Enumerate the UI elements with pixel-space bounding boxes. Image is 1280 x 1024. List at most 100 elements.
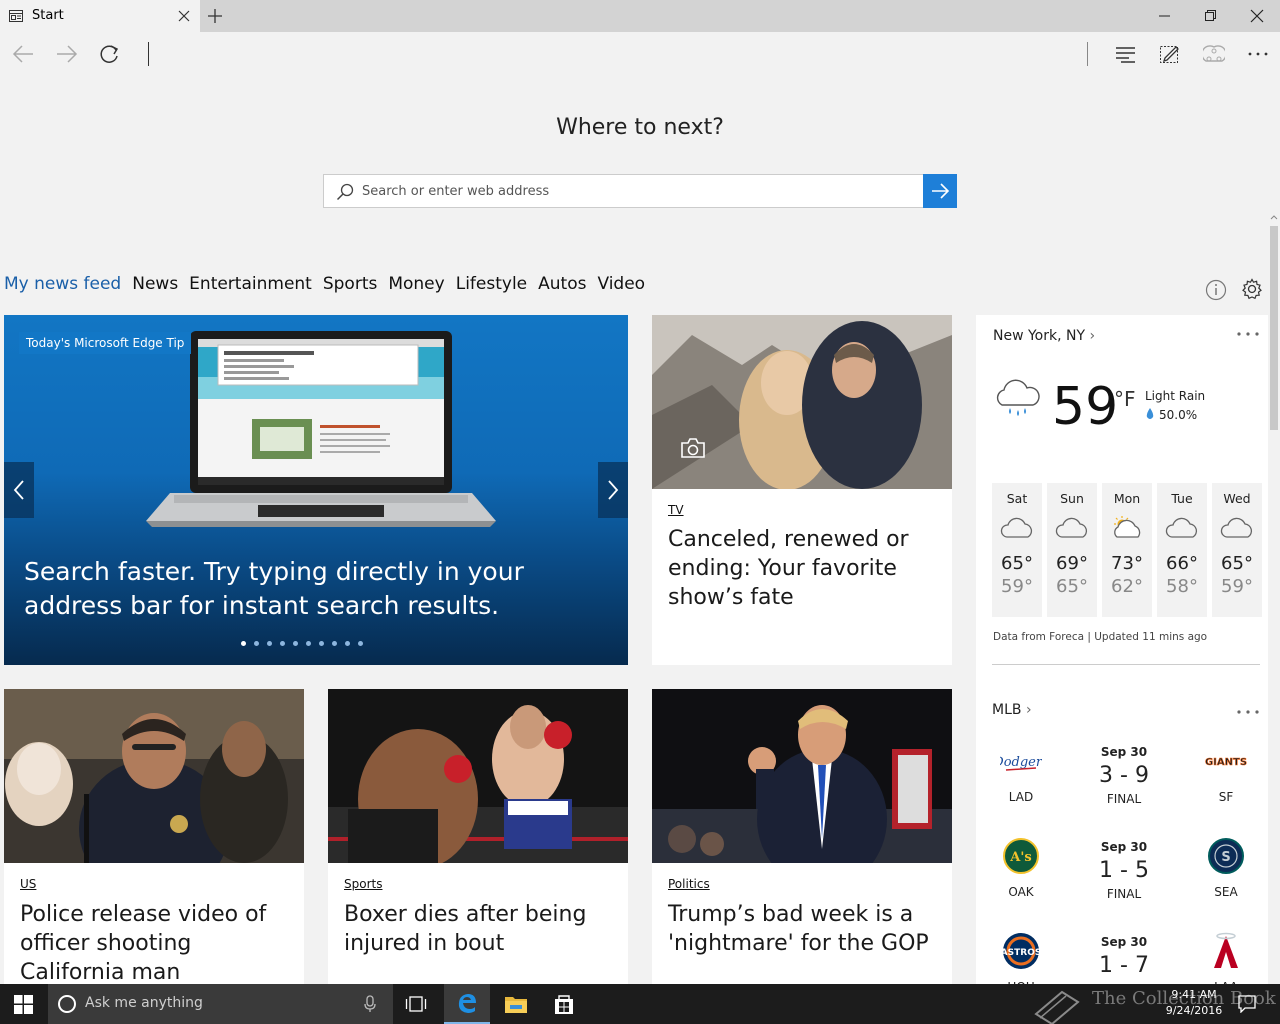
address-bar-caret[interactable] bbox=[148, 42, 149, 66]
search-go-button[interactable] bbox=[923, 174, 957, 208]
close-window-button[interactable] bbox=[1250, 8, 1264, 24]
share-icon[interactable] bbox=[1203, 44, 1225, 64]
game-score: 3 - 9 bbox=[1099, 763, 1149, 788]
raindrop-icon bbox=[1146, 408, 1154, 420]
rain-cloud-icon bbox=[992, 379, 1042, 421]
arrow-right-icon bbox=[932, 183, 950, 199]
carousel-dot[interactable] bbox=[345, 641, 350, 646]
forecast-day[interactable]: Mon 73° 62° bbox=[1102, 483, 1152, 617]
forecast-day[interactable]: Tue 66° 58° bbox=[1157, 483, 1207, 617]
cloud-icon bbox=[1157, 516, 1207, 540]
cloud-icon bbox=[1212, 516, 1262, 540]
camera-icon bbox=[680, 437, 706, 459]
carousel-dot[interactable] bbox=[254, 641, 259, 646]
carousel-dot[interactable] bbox=[267, 641, 272, 646]
card-category[interactable]: Politics bbox=[668, 877, 710, 891]
tab-autos[interactable]: Autos bbox=[538, 274, 586, 298]
forecast-low: 62° bbox=[1111, 576, 1143, 597]
mlb-more-icon[interactable] bbox=[1236, 707, 1260, 717]
windows-start-icon[interactable] bbox=[14, 995, 33, 1014]
task-view-icon[interactable] bbox=[405, 995, 427, 1013]
restore-button[interactable] bbox=[1204, 8, 1218, 24]
carousel-dot[interactable] bbox=[319, 641, 324, 646]
weather-more-icon[interactable] bbox=[1236, 329, 1260, 339]
toolbar-divider bbox=[1087, 42, 1088, 66]
forward-arrow-icon[interactable] bbox=[56, 44, 78, 64]
tab-entertainment[interactable]: Entertainment bbox=[189, 274, 312, 298]
system-clock[interactable]: 9:41 AM 9/24/2016 bbox=[1164, 987, 1224, 1019]
tab-lifestyle[interactable]: Lifestyle bbox=[456, 274, 527, 298]
mlb-title[interactable]: MLB › bbox=[992, 702, 1032, 718]
game-score: 1 - 7 bbox=[1099, 953, 1149, 978]
search-input[interactable] bbox=[362, 181, 902, 201]
carousel-prev-button[interactable] bbox=[4, 462, 34, 518]
forecast-low: 59° bbox=[1221, 576, 1253, 597]
carousel-dots[interactable] bbox=[241, 641, 363, 646]
scrollbar-thumb[interactable] bbox=[1270, 226, 1278, 430]
tab-sports[interactable]: Sports bbox=[323, 274, 378, 298]
carousel-dot[interactable] bbox=[280, 641, 285, 646]
hub-icon[interactable] bbox=[1115, 44, 1137, 64]
card-title[interactable]: Boxer dies after being injured in bout bbox=[344, 900, 614, 958]
tab-video[interactable]: Video bbox=[597, 274, 645, 298]
gear-icon[interactable] bbox=[1241, 278, 1263, 300]
carousel-dot[interactable] bbox=[332, 641, 337, 646]
carousel-dot[interactable] bbox=[293, 641, 298, 646]
close-tab-icon[interactable] bbox=[178, 10, 190, 22]
cloud-icon bbox=[1047, 516, 1097, 540]
carousel-dot[interactable] bbox=[241, 641, 246, 646]
refresh-icon[interactable] bbox=[99, 44, 121, 64]
temperature-unit: °F bbox=[1114, 387, 1136, 411]
home-team-abbr: SEA bbox=[1214, 885, 1238, 899]
search-box[interactable] bbox=[323, 174, 957, 208]
file-explorer-icon[interactable] bbox=[504, 993, 528, 1015]
svg-text:A's: A's bbox=[1009, 850, 1031, 865]
news-card-sports[interactable]: Sports Boxer dies after being injured in… bbox=[328, 689, 628, 985]
mlb-game-row[interactable]: Dodgers LAD Sep 30 3 - 9 FINAL GIANTS SF bbox=[976, 741, 1268, 831]
current-temperature: 59 bbox=[1052, 377, 1119, 437]
card-title[interactable]: Trump’s bad week is a 'nightmare' for th… bbox=[668, 900, 944, 958]
tab-news[interactable]: News bbox=[132, 274, 178, 298]
info-icon[interactable] bbox=[1205, 279, 1227, 301]
forecast-day[interactable]: Sat 65° 59° bbox=[992, 483, 1042, 617]
forecast-day-label: Tue bbox=[1171, 491, 1193, 506]
card-title[interactable]: Canceled, renewed or ending: Your favori… bbox=[668, 525, 938, 612]
browser-tab[interactable]: Start bbox=[0, 0, 200, 32]
tab-my-news-feed[interactable]: My news feed bbox=[4, 274, 121, 298]
carousel-dot[interactable] bbox=[306, 641, 311, 646]
svg-text:GIANTS: GIANTS bbox=[1205, 757, 1247, 768]
cortana-search-box[interactable]: Ask me anything bbox=[48, 984, 393, 1024]
card-category[interactable]: Sports bbox=[344, 877, 382, 891]
hero-carousel[interactable]: Today's Microsoft Edge Tip Search faster… bbox=[4, 315, 628, 665]
edge-taskbar-button[interactable] bbox=[444, 984, 490, 1024]
more-actions-icon[interactable] bbox=[1247, 44, 1269, 64]
minimize-button[interactable] bbox=[1158, 8, 1172, 24]
weather-source[interactable]: Data from Foreca | Updated 11 mins ago bbox=[993, 631, 1207, 643]
weather-location[interactable]: New York, NY › bbox=[993, 328, 1095, 344]
new-tab-button[interactable] bbox=[207, 8, 223, 24]
web-note-icon[interactable] bbox=[1159, 44, 1181, 64]
start-page-icon bbox=[9, 10, 23, 22]
back-arrow-icon[interactable] bbox=[12, 44, 34, 64]
forecast-day[interactable]: Wed 65° 59° bbox=[1212, 483, 1262, 617]
card-category[interactable]: US bbox=[20, 877, 36, 891]
tab-money[interactable]: Money bbox=[388, 274, 444, 298]
card-title[interactable]: Police release video of officer shooting… bbox=[20, 900, 290, 985]
hero-headline[interactable]: Search faster. Try typing directly in yo… bbox=[24, 555, 614, 623]
forecast-day[interactable]: Sun 69° 65° bbox=[1047, 483, 1097, 617]
scrollbar[interactable] bbox=[1268, 212, 1280, 984]
svg-text:S: S bbox=[1221, 850, 1230, 865]
news-card-politics[interactable]: Politics Trump’s bad week is a 'nightmar… bbox=[652, 689, 952, 985]
away-team-logo: Dodgers bbox=[1000, 741, 1042, 781]
carousel-dot[interactable] bbox=[358, 641, 363, 646]
card-category[interactable]: TV bbox=[668, 503, 684, 517]
news-card-us[interactable]: US Police release video of officer shoot… bbox=[4, 689, 304, 985]
action-center-icon[interactable] bbox=[1238, 995, 1256, 1013]
chevron-left-icon bbox=[13, 480, 24, 500]
divider bbox=[992, 664, 1260, 665]
mlb-game-row[interactable]: A's OAK Sep 30 1 - 5 FINAL S SEA bbox=[976, 836, 1268, 926]
store-icon[interactable] bbox=[553, 993, 575, 1015]
carousel-next-button[interactable] bbox=[598, 462, 628, 518]
news-card-tv[interactable]: TV Canceled, renewed or ending: Your fav… bbox=[652, 315, 952, 665]
microphone-icon[interactable] bbox=[364, 995, 376, 1013]
